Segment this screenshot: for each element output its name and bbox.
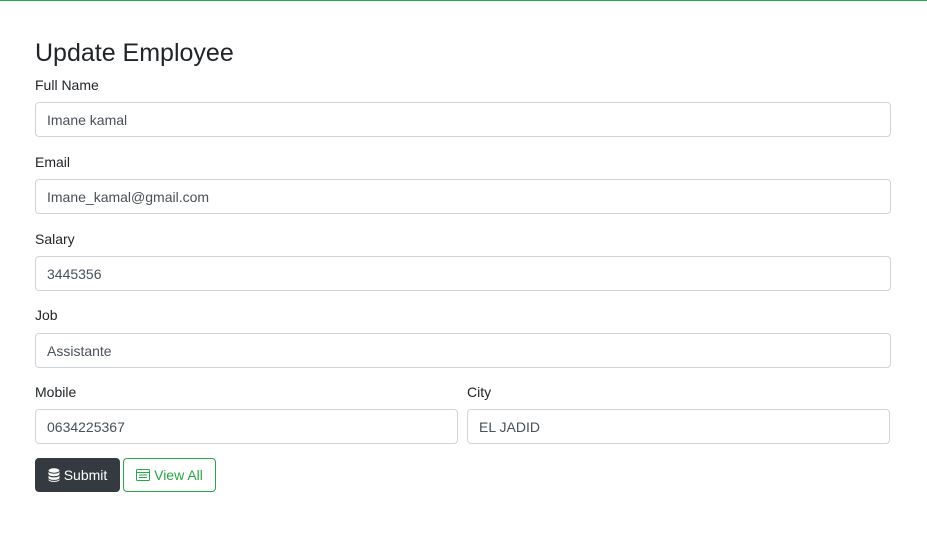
view-all-button-label: View All: [154, 467, 203, 483]
city-label: City: [467, 384, 492, 400]
salary-input[interactable]: [35, 256, 891, 291]
view-all-button[interactable]: View All: [123, 458, 216, 492]
page-title: Update Employee: [35, 39, 234, 67]
full-name-input[interactable]: [35, 102, 891, 137]
full-name-label: Full Name: [35, 77, 99, 93]
table-list-icon: [136, 469, 151, 481]
email-label: Email: [35, 154, 71, 170]
submit-button-label: Submit: [63, 467, 108, 483]
email-input[interactable]: [35, 179, 891, 214]
top-accent-border: [0, 0, 927, 1]
database-icon: [48, 468, 60, 482]
mobile-label: Mobile: [35, 384, 77, 400]
job-label: Job: [35, 307, 58, 323]
submit-button[interactable]: Submit: [35, 458, 120, 492]
city-input[interactable]: [467, 409, 890, 444]
mobile-input[interactable]: [35, 409, 458, 444]
job-input[interactable]: [35, 333, 891, 368]
salary-label: Salary: [35, 231, 75, 247]
